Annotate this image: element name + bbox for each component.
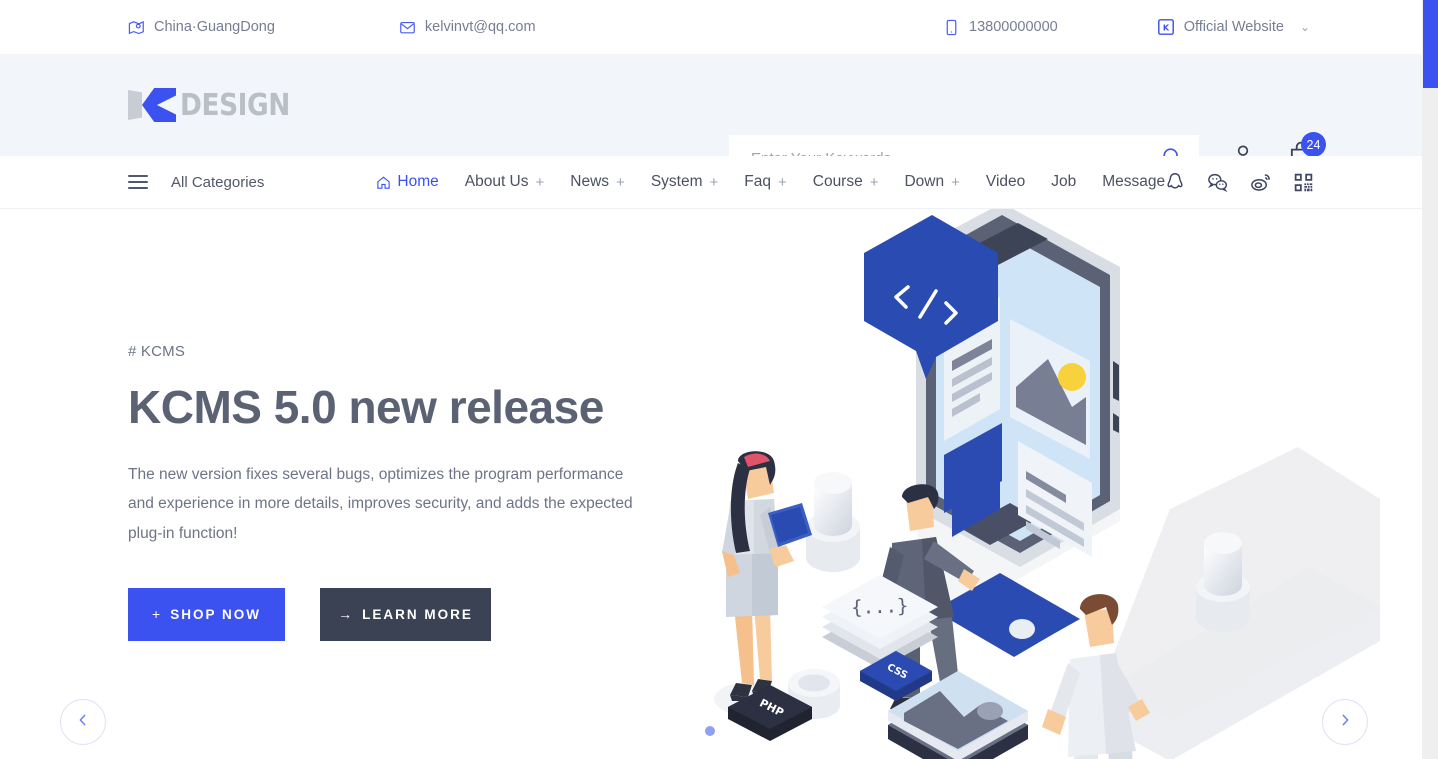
map-location-icon bbox=[128, 19, 145, 36]
hero-carousel: # KCMS KCMS 5.0 new release The new vers… bbox=[0, 209, 1422, 759]
top-info-bar: China·GuangDong kelvinvt@qq.com 13800000… bbox=[0, 0, 1438, 54]
carousel-prev-button[interactable] bbox=[60, 699, 106, 745]
plus-icon: + bbox=[869, 173, 879, 191]
nav-item-system-label: System bbox=[650, 173, 703, 190]
nav-link-list: Home About Us + News + System + Faq + Co… bbox=[363, 173, 1178, 191]
main-navigation: All Categories Home About Us + News + Sy bbox=[0, 156, 1438, 209]
site-logo[interactable]: DESIGN bbox=[128, 85, 305, 125]
cart-count-badge: 24 bbox=[1301, 132, 1326, 157]
nav-item-home-label: Home bbox=[397, 173, 439, 190]
plus-icon: + bbox=[535, 173, 545, 191]
svg-text:K: K bbox=[1163, 24, 1170, 33]
topbar-official-website-label: Official Website bbox=[1183, 19, 1284, 35]
page-root: China·GuangDong kelvinvt@qq.com 13800000… bbox=[0, 0, 1438, 759]
nav-item-news-label: News bbox=[570, 173, 610, 190]
hero-tag: # KCMS bbox=[128, 343, 186, 360]
k-logo-icon bbox=[128, 88, 182, 122]
carousel-next-button[interactable] bbox=[1322, 699, 1368, 745]
topbar-phone-label: 13800000000 bbox=[969, 19, 1058, 35]
topbar-location-label: China·GuangDong bbox=[154, 19, 275, 35]
nav-item-faq-label: Faq bbox=[744, 173, 771, 190]
chevron-down-icon[interactable]: ⌄ bbox=[1300, 21, 1310, 33]
topbar-phone[interactable]: 13800000000 bbox=[943, 19, 1058, 36]
envelope-icon bbox=[399, 19, 416, 36]
topbar-left-group: China·GuangDong kelvinvt@qq.com bbox=[128, 19, 536, 36]
learn-more-button[interactable]: → LEARN MORE bbox=[320, 587, 491, 641]
hero-copy: # KCMS KCMS 5.0 new release The new vers… bbox=[128, 343, 668, 641]
nav-item-faq[interactable]: Faq + bbox=[731, 173, 799, 191]
hamburger-menu-icon[interactable] bbox=[128, 175, 148, 189]
hero-button-group: + SHOP NOW → LEARN MORE bbox=[128, 587, 668, 641]
wechat-icon[interactable] bbox=[1205, 170, 1230, 195]
logo-text: DESIGN bbox=[180, 87, 290, 123]
social-icon-group bbox=[1162, 170, 1316, 195]
page-scrollbar-track[interactable] bbox=[1422, 0, 1438, 759]
nav-item-news[interactable]: News + bbox=[557, 173, 638, 191]
page-scrollbar-thumb[interactable] bbox=[1423, 0, 1438, 88]
plus-icon: + bbox=[951, 173, 960, 191]
chevron-right-icon bbox=[1337, 712, 1353, 733]
home-icon bbox=[376, 175, 391, 190]
topbar-email[interactable]: kelvinvt@qq.com bbox=[399, 19, 536, 36]
nav-item-job[interactable]: Job bbox=[1038, 173, 1089, 191]
plus-icon: + bbox=[777, 173, 787, 191]
nav-item-home[interactable]: Home bbox=[363, 173, 451, 191]
nav-item-down[interactable]: Down + bbox=[891, 173, 972, 191]
shop-now-label: SHOP NOW bbox=[170, 606, 261, 622]
arrow-right-icon: → bbox=[338, 606, 353, 623]
nav-item-course-label: Course bbox=[812, 173, 863, 190]
nav-item-video[interactable]: Video bbox=[973, 173, 1038, 191]
hero-title: KCMS 5.0 new release bbox=[128, 381, 604, 433]
site-header: DESIGN Enter Your Keywords 24 bbox=[0, 54, 1438, 182]
chevron-left-icon bbox=[75, 712, 91, 733]
svg-text:{...}: {...} bbox=[851, 595, 909, 619]
nav-item-about-us[interactable]: About Us + bbox=[452, 173, 558, 191]
mobile-phone-icon bbox=[943, 19, 960, 36]
plus-icon: + bbox=[616, 173, 625, 191]
nav-item-video-label: Video bbox=[985, 173, 1026, 190]
plus-icon: + bbox=[152, 606, 161, 623]
nav-item-about-us-label: About Us bbox=[464, 173, 529, 190]
hero-illustration: {...} PHP CSS bbox=[700, 209, 1422, 759]
nav-item-down-label: Down bbox=[904, 173, 945, 190]
nav-item-job-label: Job bbox=[1051, 173, 1077, 190]
hero-description: The new version fixes several bugs, opti… bbox=[128, 465, 633, 543]
topbar-email-label: kelvinvt@qq.com bbox=[424, 19, 536, 35]
nav-item-message-label: Message bbox=[1102, 173, 1166, 190]
topbar-official-website[interactable]: K Official Website ⌄ bbox=[1158, 19, 1310, 36]
topbar-location[interactable]: China·GuangDong bbox=[128, 19, 275, 36]
all-categories-button[interactable]: All Categories bbox=[171, 174, 264, 191]
qrcode-icon[interactable] bbox=[1291, 170, 1316, 195]
nav-item-system[interactable]: System + bbox=[638, 173, 731, 191]
topbar-right-group: 13800000000 K Official Website ⌄ bbox=[943, 19, 1310, 36]
plus-icon: + bbox=[709, 173, 719, 191]
nav-item-course[interactable]: Course + bbox=[800, 173, 892, 191]
weibo-icon[interactable] bbox=[1248, 170, 1273, 195]
k-square-icon: K bbox=[1158, 19, 1175, 36]
qq-icon[interactable] bbox=[1162, 170, 1187, 195]
learn-more-label: LEARN MORE bbox=[362, 606, 473, 622]
shop-now-button[interactable]: + SHOP NOW bbox=[128, 587, 285, 641]
